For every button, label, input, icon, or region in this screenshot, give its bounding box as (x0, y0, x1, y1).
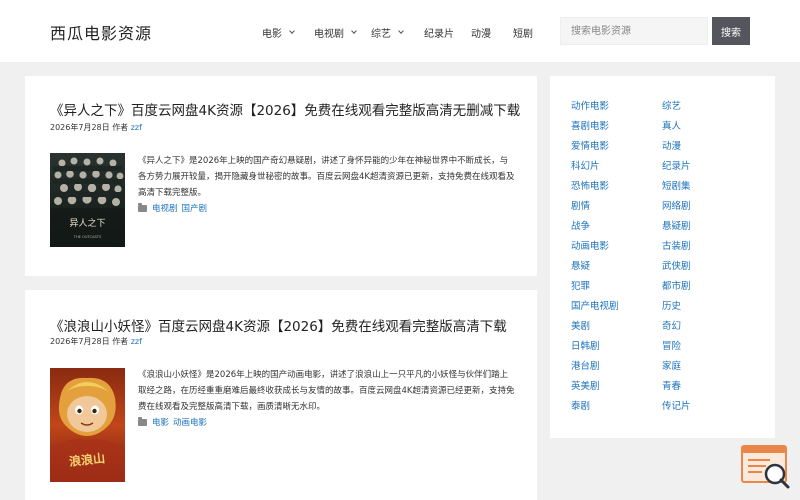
nav-item-label: 电影 (262, 29, 282, 40)
post-title[interactable]: 《浪浪山小妖怪》百度云网盘4K资源【2026】免费在线观看完整版高清下载 (50, 315, 507, 335)
sidebar-tag[interactable]: 武侠剧 (662, 258, 691, 272)
sidebar-tag[interactable]: 美剧 (571, 318, 590, 332)
sidebar-tag[interactable]: 家庭 (662, 358, 681, 372)
floating-search-widget[interactable] (740, 444, 792, 490)
sidebar-tag[interactable]: 港台剧 (571, 358, 600, 372)
chat-search-icon (741, 445, 790, 489)
sidebar-tag[interactable]: 动漫 (662, 138, 681, 152)
sidebar-tag[interactable]: 传记片 (662, 398, 691, 412)
nav-item-movies[interactable]: 电影 (262, 25, 295, 40)
chevron-down-icon (289, 28, 295, 34)
sidebar-tag[interactable]: 国产电视剧 (571, 298, 619, 312)
sidebar-tag[interactable]: 真人 (662, 118, 681, 132)
sidebar-tag[interactable]: 动作电影 (571, 98, 609, 112)
sidebar-tag[interactable]: 青春 (662, 378, 681, 392)
sidebar-tag[interactable]: 悬疑剧 (662, 218, 691, 232)
nav-item-anime[interactable]: 动漫 (471, 25, 491, 40)
post-thumbnail[interactable]: 浪浪山 (50, 368, 125, 482)
post-categories: 电影 动画电影 (138, 416, 211, 428)
sidebar-tag[interactable]: 历史 (662, 298, 681, 312)
post-author[interactable]: zzf (131, 337, 142, 346)
post-date: 2026年7月28日 (50, 123, 110, 132)
sidebar-tag[interactable]: 短剧集 (662, 178, 691, 192)
sidebar-tag[interactable]: 综艺 (662, 98, 681, 112)
sidebar-tag[interactable]: 科幻片 (571, 158, 600, 172)
sidebar-tag[interactable]: 爱情电影 (571, 138, 609, 152)
sidebar-tag[interactable]: 都市剧 (662, 278, 691, 292)
post-card: 《异人之下》百度云网盘4K资源【2026】免费在线观看完整版高清无删减下载 20… (25, 76, 537, 276)
post-meta: 2026年7月28日 作者 zzf (50, 336, 142, 347)
sidebar-tag[interactable]: 英美剧 (571, 378, 600, 392)
post-card: 《浪浪山小妖怪》百度云网盘4K资源【2026】免费在线观看完整版高清下载 202… (25, 290, 537, 500)
sidebar-tag[interactable]: 恐怖电影 (571, 178, 609, 192)
folder-icon (138, 202, 147, 212)
sidebar-tag[interactable]: 战争 (571, 218, 590, 232)
sidebar-tag[interactable]: 网络剧 (662, 198, 691, 212)
poster-subtitle: THE OUTCASTS (73, 235, 102, 239)
post-title[interactable]: 《异人之下》百度云网盘4K资源【2026】免费在线观看完整版高清无删减下载 (50, 99, 520, 119)
poster-title: 异人之下 (69, 217, 105, 229)
nav-item-label: 纪录片 (424, 29, 454, 40)
category-link[interactable]: 电视剧 (152, 202, 178, 214)
site-header: 西瓜电影资源 电影 电视剧 综艺 纪录片 动漫 短剧 搜索 (0, 0, 800, 62)
sidebar-tag[interactable]: 日韩剧 (571, 338, 600, 352)
nav-item-variety[interactable]: 综艺 (371, 25, 404, 40)
post-by: 作者 (112, 123, 129, 132)
sidebar-tag[interactable]: 冒险 (662, 338, 681, 352)
search-button[interactable]: 搜索 (712, 17, 750, 45)
category-link[interactable]: 动画电影 (173, 416, 207, 428)
nav-item-label: 动漫 (471, 29, 491, 40)
post-categories: 电视剧 国产剧 (138, 202, 211, 214)
nav-item-tv[interactable]: 电视剧 (314, 25, 357, 40)
chevron-down-icon (351, 28, 357, 34)
nav-item-label: 电视剧 (314, 29, 344, 40)
category-link[interactable]: 电影 (152, 416, 169, 428)
nav-item-label: 综艺 (371, 29, 391, 40)
sidebar-tag-cloud: 动作电影 喜剧电影 爱情电影 科幻片 恐怖电影 剧情 战争 动画电影 悬疑 犯罪… (550, 76, 775, 438)
chevron-down-icon (398, 28, 404, 34)
sidebar-tag[interactable]: 古装剧 (662, 238, 691, 252)
post-excerpt: 《浪浪山小妖怪》是2026年上映的国产动画电影，讲述了浪浪山上一只平凡的小妖怪与… (138, 370, 515, 412)
sidebar-tag[interactable]: 纪录片 (662, 158, 691, 172)
post-meta: 2026年7月28日 作者 zzf (50, 122, 142, 133)
poster-image: 异人之下 THE OUTCASTS (50, 153, 125, 247)
sidebar-tag[interactable]: 悬疑 (571, 258, 590, 272)
post-by: 作者 (112, 337, 129, 346)
folder-icon (138, 416, 147, 426)
site-title[interactable]: 西瓜电影资源 (50, 20, 152, 44)
sidebar-tag[interactable]: 剧情 (571, 198, 590, 212)
sidebar-tag[interactable]: 动画电影 (571, 238, 609, 252)
poster-image: 浪浪山 (50, 368, 125, 482)
nav-item-documentary[interactable]: 纪录片 (424, 25, 454, 40)
nav-item-label: 短剧 (513, 29, 533, 40)
post-author[interactable]: zzf (131, 123, 142, 132)
search-input[interactable] (560, 17, 708, 45)
sidebar-tag[interactable]: 喜剧电影 (571, 118, 609, 132)
sidebar-tag[interactable]: 奇幻 (662, 318, 681, 332)
category-link[interactable]: 国产剧 (182, 202, 208, 214)
nav-item-shorts[interactable]: 短剧 (513, 25, 533, 40)
sidebar-tag[interactable]: 泰剧 (571, 398, 590, 412)
post-thumbnail[interactable]: 异人之下 THE OUTCASTS (50, 153, 125, 247)
sidebar-tag[interactable]: 犯罪 (571, 278, 590, 292)
post-date: 2026年7月28日 (50, 337, 110, 346)
post-excerpt: 《异人之下》是2026年上映的国产奇幻悬疑剧，讲述了身怀异能的少年在神秘世界中不… (138, 156, 515, 198)
